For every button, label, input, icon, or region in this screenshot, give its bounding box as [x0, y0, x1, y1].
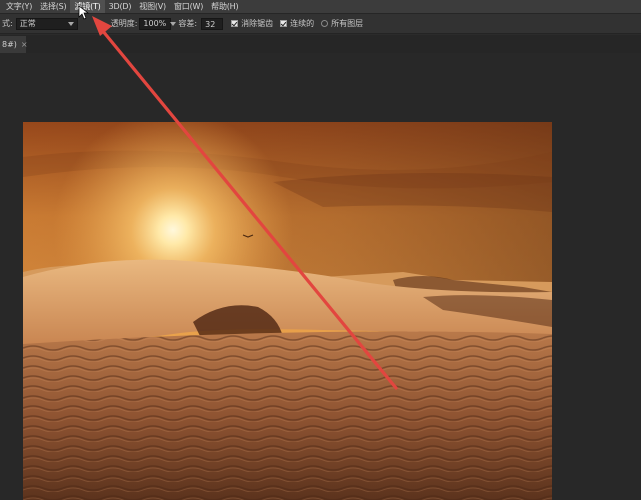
opacity-select[interactable]: 100%	[139, 17, 177, 30]
menu-filter[interactable]: 滤镜(T)	[70, 0, 105, 13]
tolerance-label: 容差:	[178, 19, 198, 28]
mode-select[interactable]: 正常	[15, 17, 78, 30]
menu-bar: 文字(Y) 选择(S) 滤镜(T) 3D(D) 视图(V) 窗口(W) 帮助(H…	[0, 0, 641, 13]
tool-options-bar: 式: 正常 透明度: 100% 容差: 32 消除锯齿 连续的 所有图层	[0, 13, 641, 34]
menu-help[interactable]: 帮助(H)	[207, 0, 242, 13]
opacity-label: 透明度:	[110, 19, 138, 28]
antialias-option[interactable]: 消除锯齿	[231, 18, 273, 29]
menu-type[interactable]: 文字(Y)	[0, 0, 36, 13]
tolerance-input[interactable]: 32	[201, 17, 224, 30]
contiguous-checkbox[interactable]	[280, 20, 288, 27]
document-tab-label: 8#)	[2, 40, 17, 49]
chevron-down-icon	[170, 21, 177, 26]
all-layers-option[interactable]: 所有图层	[321, 18, 363, 29]
document-tab-bar: 8#) ×	[0, 35, 641, 53]
menu-view[interactable]: 视图(V)	[135, 0, 170, 13]
contiguous-option[interactable]: 连续的	[280, 18, 314, 29]
opacity-value: 100%	[143, 18, 167, 28]
antialias-label: 消除锯齿	[241, 19, 274, 28]
desert-sunset-image	[23, 122, 552, 500]
chevron-down-icon	[67, 21, 74, 26]
mode-label: 式:	[2, 19, 13, 28]
all-layers-label: 所有图层	[331, 19, 364, 28]
mode-value: 正常	[19, 18, 36, 28]
contiguous-label: 连续的	[290, 19, 315, 28]
canvas-image[interactable]	[23, 122, 552, 500]
menu-select[interactable]: 选择(S)	[36, 0, 70, 13]
all-layers-checkbox[interactable]	[321, 20, 329, 27]
menu-window[interactable]: 窗口(W)	[170, 0, 207, 13]
close-icon[interactable]: ×	[21, 40, 28, 49]
document-tab[interactable]: 8#) ×	[0, 36, 28, 53]
antialias-checkbox[interactable]	[231, 20, 239, 27]
menu-3d[interactable]: 3D(D)	[105, 0, 136, 13]
